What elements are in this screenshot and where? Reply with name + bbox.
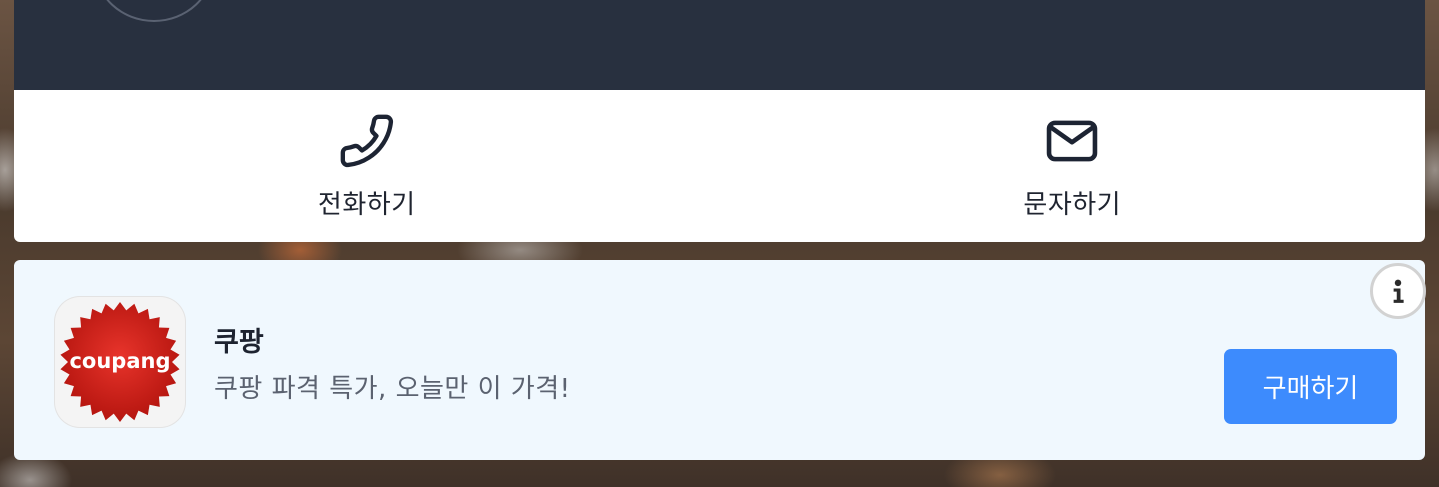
ad-title: 쿠팡: [214, 327, 264, 358]
ad-banner[interactable]: coupang 쿠팡 쿠팡 파격 특가, 오늘만 이 가격! 구매하기: [14, 260, 1426, 460]
svg-text:coupang: coupang: [69, 349, 170, 373]
sms-button[interactable]: 문자하기: [720, 90, 1426, 242]
avatar: [94, 0, 214, 22]
profile-header: [14, 0, 1425, 90]
call-button[interactable]: 전화하기: [14, 90, 720, 242]
ad-description: 쿠팡 파격 특가, 오늘만 이 가격!: [214, 374, 571, 404]
info-icon: [1393, 279, 1404, 303]
ad-info-button[interactable]: [1370, 263, 1426, 319]
envelope-icon: [1046, 120, 1098, 162]
coupang-logo: coupang: [60, 302, 180, 422]
coupang-app-icon: coupang: [54, 296, 186, 428]
contact-panel: 전화하기 문자하기: [14, 90, 1425, 242]
sms-label: 문자하기: [1023, 190, 1122, 220]
buy-button[interactable]: 구매하기: [1224, 349, 1397, 424]
phone-icon: [340, 114, 393, 168]
call-label: 전화하기: [317, 190, 416, 220]
